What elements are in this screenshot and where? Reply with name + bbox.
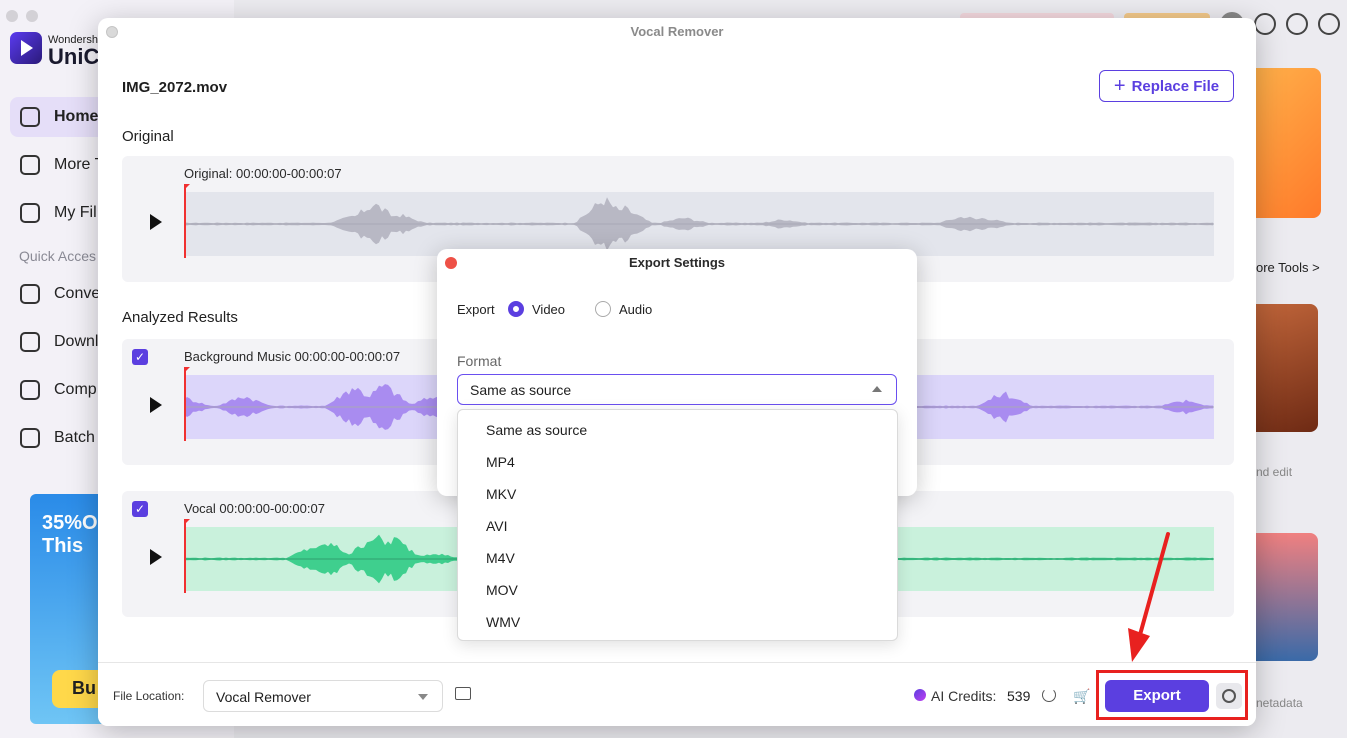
image-icon bbox=[20, 428, 40, 448]
home-icon bbox=[20, 107, 40, 127]
track-label: Vocal 00:00:00-00:00:07 bbox=[184, 501, 325, 516]
format-select-value: Same as source bbox=[470, 382, 572, 398]
radio-video[interactable] bbox=[508, 301, 524, 317]
track-label: Background Music 00:00:00-00:00:07 bbox=[184, 349, 401, 364]
chevron-down-icon bbox=[418, 694, 428, 700]
sidebar-item-label: My Fil bbox=[54, 204, 97, 221]
replace-file-button[interactable]: + Replace File bbox=[1099, 70, 1234, 102]
compress-icon bbox=[20, 380, 40, 400]
feature-card-media[interactable] bbox=[1254, 68, 1321, 218]
file-location-value: Vocal Remover bbox=[216, 689, 311, 705]
more-tools-link[interactable]: ore Tools > bbox=[1256, 260, 1320, 275]
play-icon[interactable] bbox=[150, 549, 162, 565]
gift-icon[interactable] bbox=[1254, 13, 1276, 35]
app-logo bbox=[10, 32, 42, 64]
file-location-label: File Location: bbox=[113, 689, 185, 703]
radio-audio-label[interactable]: Audio bbox=[619, 302, 652, 317]
export-button[interactable]: Export bbox=[1105, 680, 1209, 712]
headset-icon[interactable] bbox=[1318, 13, 1340, 35]
format-option[interactable]: MKV bbox=[458, 478, 897, 510]
settings-gear-icon[interactable] bbox=[1216, 683, 1242, 709]
export-type-label: Export bbox=[457, 302, 495, 317]
sidebar-item-label: Downl bbox=[54, 333, 99, 350]
annotation-arrow bbox=[1128, 532, 1170, 662]
sidebar-item-label: Home bbox=[54, 108, 99, 125]
folder-icon[interactable] bbox=[455, 687, 471, 700]
track-label: Original: 00:00:00-00:00:07 bbox=[184, 166, 342, 181]
radio-video-label[interactable]: Video bbox=[532, 302, 565, 317]
play-icon[interactable] bbox=[150, 397, 162, 413]
format-option[interactable]: M4V bbox=[458, 542, 897, 574]
window-footer: File Location: Vocal Remover AI Credits:… bbox=[98, 662, 1256, 726]
feature-card-caption: nd edit bbox=[1256, 465, 1293, 479]
chat-icon[interactable] bbox=[1286, 13, 1308, 35]
window-titlebar: Vocal Remover bbox=[98, 18, 1256, 46]
format-label: Format bbox=[457, 353, 502, 369]
format-dropdown-list: Same as source MP4 MKV AVI M4V MOV WMV bbox=[457, 409, 898, 641]
format-option[interactable]: MOV bbox=[458, 574, 897, 606]
plus-icon: + bbox=[1113, 75, 1126, 97]
feature-card-metadata[interactable] bbox=[1254, 533, 1318, 661]
file-name: IMG_2072.mov bbox=[122, 79, 228, 96]
format-option[interactable]: AVI bbox=[458, 510, 897, 542]
file-location-select[interactable]: Vocal Remover bbox=[203, 680, 443, 712]
sidebar-item-label: Conve bbox=[54, 285, 101, 302]
playhead-marker[interactable] bbox=[184, 367, 190, 441]
refresh-icon[interactable] bbox=[1042, 688, 1056, 702]
cart-icon[interactable]: 🛒 bbox=[1073, 688, 1090, 705]
download-icon bbox=[20, 332, 40, 352]
feature-card-audio[interactable] bbox=[1254, 304, 1318, 432]
window-title: Vocal Remover bbox=[630, 24, 724, 39]
ai-credits-label: AI Credits: bbox=[931, 688, 997, 704]
chevron-up-icon bbox=[872, 386, 882, 392]
playhead-marker[interactable] bbox=[184, 184, 190, 258]
checkbox-background-music[interactable]: ✓ bbox=[132, 349, 148, 365]
play-icon[interactable] bbox=[150, 214, 162, 230]
format-option[interactable]: WMV bbox=[458, 606, 897, 638]
format-option[interactable]: MP4 bbox=[458, 446, 897, 478]
export-settings-title: Export Settings bbox=[628, 255, 726, 270]
sidebar-item-label: Batch bbox=[54, 429, 95, 446]
feature-card-caption: netadata bbox=[1256, 696, 1303, 710]
close-icon[interactable] bbox=[106, 26, 118, 38]
checkbox-vocal[interactable]: ✓ bbox=[132, 501, 148, 517]
quick-access-heading: Quick Acces bbox=[19, 248, 97, 264]
file-icon bbox=[20, 203, 40, 223]
toolbox-icon bbox=[20, 155, 40, 175]
ai-credit-icon bbox=[914, 689, 926, 701]
convert-icon bbox=[20, 284, 40, 304]
radio-audio[interactable] bbox=[595, 301, 611, 317]
playhead-marker[interactable] bbox=[184, 519, 190, 593]
original-section-label: Original bbox=[122, 128, 174, 145]
replace-file-label: Replace File bbox=[1131, 77, 1220, 95]
results-section-label: Analyzed Results bbox=[122, 309, 238, 326]
format-select[interactable]: Same as source bbox=[457, 374, 897, 405]
ai-credits-value: 539 bbox=[1007, 688, 1031, 704]
sidebar-item-label: Comp bbox=[54, 381, 97, 398]
waveform-original[interactable] bbox=[184, 192, 1214, 256]
format-option[interactable]: Same as source bbox=[458, 414, 897, 446]
sidebar-item-label: More T bbox=[54, 156, 105, 173]
background-window-controls bbox=[6, 10, 38, 22]
